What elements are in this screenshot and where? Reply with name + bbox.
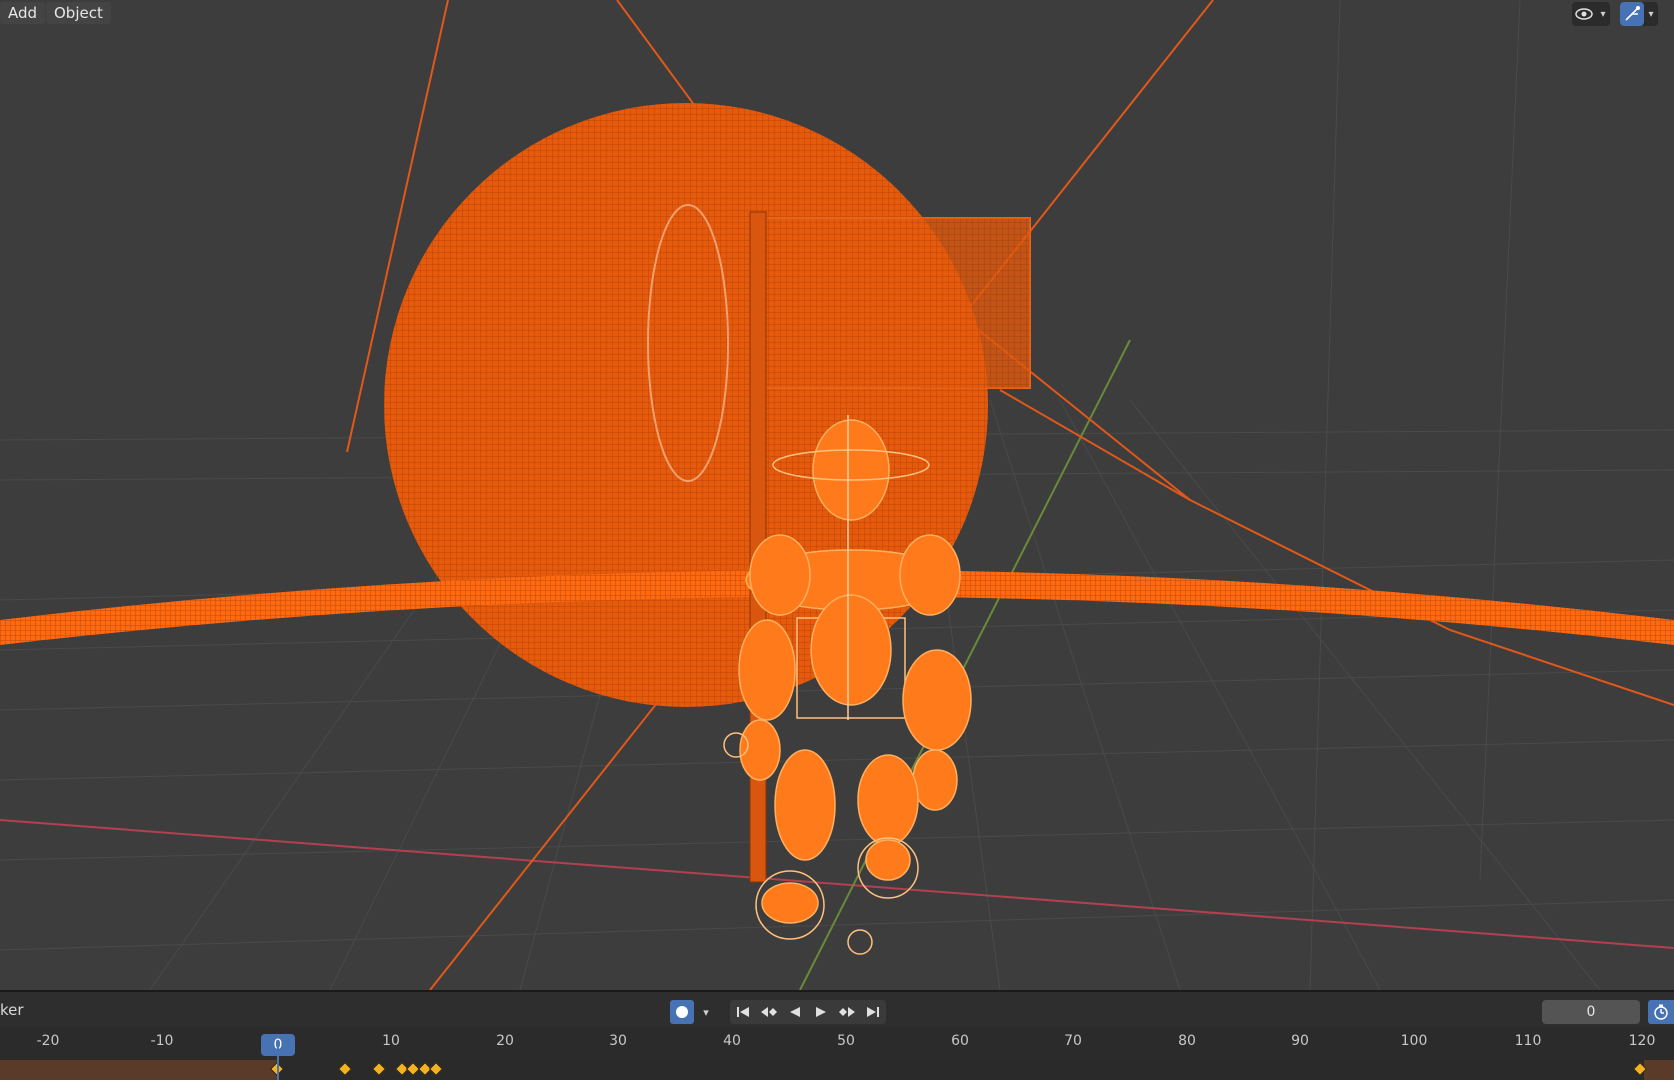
playback-controls (730, 1000, 886, 1024)
ruler-tick: 40 (723, 1033, 741, 1049)
ruler-tick: 20 (496, 1033, 514, 1049)
ruler-tick: 80 (1178, 1033, 1196, 1049)
out-of-range-region (1644, 1060, 1674, 1080)
add-menu[interactable]: Add (0, 2, 46, 24)
playhead-line[interactable] (277, 1046, 279, 1080)
auto-keying-button[interactable] (670, 1000, 694, 1024)
ruler-tick: 120 (1628, 1033, 1656, 1049)
ruler-tick: 110 (1514, 1033, 1542, 1049)
ruler-tick: 50 (837, 1033, 855, 1049)
keyframe-diamond[interactable] (428, 1061, 444, 1077)
timeline-label: ker (0, 1001, 24, 1019)
keyframe-diamond[interactable] (372, 1061, 387, 1077)
ruler-tick: 100 (1400, 1033, 1428, 1049)
play-reverse-icon[interactable] (782, 1000, 808, 1024)
chevron-down-icon[interactable]: ▾ (696, 1000, 716, 1024)
eye-icon (1572, 2, 1596, 26)
next-keyframe-icon[interactable] (834, 1000, 860, 1024)
chevron-down-icon: ▾ (1600, 8, 1606, 20)
visibility-dropdown[interactable]: ▾ (1572, 2, 1610, 26)
keyframe-track[interactable] (0, 1060, 1674, 1080)
out-of-range-region (0, 1060, 277, 1080)
ruler-tick: -10 (150, 1033, 174, 1049)
viewport-scene (0, 0, 1674, 990)
ruler-tick: 90 (1291, 1033, 1309, 1049)
chevron-down-icon: ▾ (1648, 8, 1654, 20)
ruler-tick: 70 (1064, 1033, 1082, 1049)
timeline-header: ker ▾ 0 (0, 990, 1674, 1026)
jump-end-icon[interactable] (860, 1000, 886, 1024)
ruler-tick: 30 (609, 1033, 627, 1049)
jump-start-icon[interactable] (730, 1000, 756, 1024)
ruler-tick: 10 (382, 1033, 400, 1049)
3d-viewport[interactable]: Add Object ▾ ▾ (0, 0, 1674, 990)
object-menu[interactable]: Object (46, 2, 111, 24)
play-icon[interactable] (808, 1000, 834, 1024)
clock-icon[interactable] (1648, 1000, 1674, 1024)
timeline-ruler[interactable]: -20 -10 10 20 30 40 50 60 70 80 90 100 1… (0, 1026, 1674, 1060)
ruler-tick: -20 (36, 1033, 60, 1049)
prev-keyframe-icon[interactable] (756, 1000, 782, 1024)
gizmo-icon (1620, 2, 1644, 26)
gizmo-dropdown[interactable]: ▾ (1620, 2, 1658, 26)
x-axis-line (0, 819, 1674, 949)
keyframe-diamond[interactable] (338, 1061, 353, 1077)
wire-sphere (384, 103, 988, 707)
current-frame-field[interactable]: 0 (1542, 1000, 1640, 1024)
ruler-tick: 60 (951, 1033, 969, 1049)
